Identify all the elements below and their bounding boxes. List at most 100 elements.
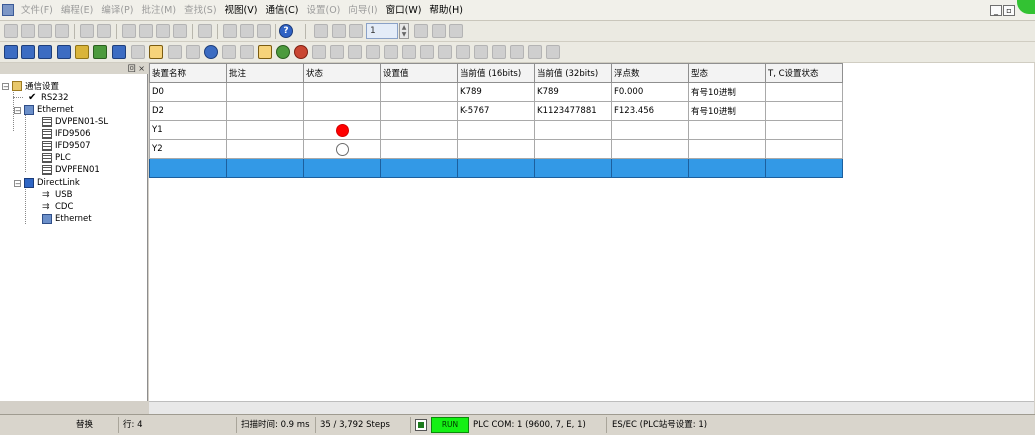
cell-state[interactable]: [303, 139, 381, 159]
find-icon[interactable]: [223, 24, 237, 38]
cell-set-value[interactable]: [380, 158, 458, 178]
cell-tc-setting[interactable]: [765, 82, 843, 102]
collapse-icon[interactable]: −: [14, 179, 21, 187]
search-device-icon[interactable]: [492, 45, 506, 59]
menu-item[interactable]: 帮助(H): [425, 0, 467, 21]
compile-icon[interactable]: [314, 24, 328, 38]
cell-float[interactable]: F123.456: [611, 101, 689, 121]
undo-icon[interactable]: [80, 24, 94, 38]
cell-format[interactable]: [688, 158, 766, 178]
comm-settings-icon[interactable]: [93, 45, 107, 59]
table-row[interactable]: Y1: [149, 120, 843, 140]
table-row[interactable]: Y2: [149, 139, 843, 159]
tree-node-dvpen01-sl[interactable]: DVPEN01-SL: [42, 116, 108, 128]
cell-format[interactable]: [688, 139, 766, 159]
tree-node-ifd9506[interactable]: IFD9506: [42, 128, 91, 140]
table-row[interactable]: D2 K-5767 K1123477881 F123.456 有号10进制: [149, 101, 843, 121]
cell-value-32bit[interactable]: K789: [534, 82, 612, 102]
horizontal-scrollbar[interactable]: [149, 401, 1034, 414]
cell-device-name[interactable]: Y2: [149, 139, 227, 159]
column-header-value-32bit[interactable]: 当前值 (32bits): [534, 63, 612, 83]
cell-set-value[interactable]: [380, 120, 458, 140]
delete-line-icon[interactable]: [456, 45, 470, 59]
cell-tc-setting[interactable]: [765, 139, 843, 159]
help-icon[interactable]: ?: [279, 24, 293, 38]
column-header-value-16bit[interactable]: 当前值 (16bits): [457, 63, 535, 83]
table-row-selected[interactable]: [149, 158, 843, 178]
menu-item[interactable]: 编程(E): [57, 0, 97, 21]
pen-icon[interactable]: [449, 24, 463, 38]
cell-value-16bit[interactable]: [457, 158, 535, 178]
cell-value-32bit[interactable]: [534, 120, 612, 140]
collapse-icon[interactable]: −: [2, 82, 9, 90]
column-header-float[interactable]: 浮点数: [611, 63, 689, 83]
led-off-icon[interactable]: [335, 142, 349, 156]
restore-button[interactable]: ▫: [1003, 5, 1015, 16]
tree-node-cdc[interactable]: ⇉ CDC: [42, 201, 73, 213]
delete-icon[interactable]: [173, 24, 187, 38]
cell-value-16bit[interactable]: [457, 120, 535, 140]
table-icon[interactable]: [112, 45, 126, 59]
cell-tc-setting[interactable]: [765, 158, 843, 178]
cell-device-name[interactable]: D2: [149, 101, 227, 121]
cell-device-name[interactable]: [149, 158, 227, 178]
comment-icon[interactable]: [168, 45, 182, 59]
cell-value-16bit[interactable]: K-5767: [457, 101, 535, 121]
cell-state[interactable]: [303, 158, 381, 178]
new-file-icon[interactable]: [4, 24, 18, 38]
cell-float[interactable]: [611, 139, 689, 159]
column-header-device-name[interactable]: 装置名称: [149, 63, 227, 83]
menu-item[interactable]: 窗口(W): [382, 0, 426, 21]
cell-float[interactable]: [611, 158, 689, 178]
cell-tc-setting[interactable]: [765, 101, 843, 121]
device-monitor-icon[interactable]: [57, 45, 71, 59]
cell-comment[interactable]: [226, 139, 304, 159]
instruction-view-icon[interactable]: [21, 45, 35, 59]
download-icon[interactable]: [332, 24, 346, 38]
cell-state[interactable]: [303, 101, 381, 121]
menu-item[interactable]: 查找(S): [180, 0, 220, 21]
cut-icon[interactable]: [122, 24, 136, 38]
cell-comment[interactable]: [226, 120, 304, 140]
tree-node-plc[interactable]: PLC: [42, 152, 71, 164]
refresh-icon[interactable]: [432, 24, 446, 38]
align-icon[interactable]: [131, 45, 145, 59]
minimize-button[interactable]: _: [990, 5, 1002, 16]
output-coil-icon[interactable]: [384, 45, 398, 59]
menu-item[interactable]: 向导(I): [344, 0, 381, 21]
edit-mode-icon[interactable]: [149, 45, 163, 59]
led-on-icon[interactable]: [335, 123, 349, 137]
block-icon[interactable]: [474, 45, 488, 59]
cell-set-value[interactable]: [380, 101, 458, 121]
cell-set-value[interactable]: [380, 139, 458, 159]
ladder-view-icon[interactable]: [4, 45, 18, 59]
falling-edge-icon[interactable]: [366, 45, 380, 59]
upload-icon[interactable]: [349, 24, 363, 38]
cell-tc-setting[interactable]: [765, 120, 843, 140]
cell-device-name[interactable]: Y1: [149, 120, 227, 140]
tree-node-ifd9507[interactable]: IFD9507: [42, 140, 91, 152]
column-header-set-value[interactable]: 设置值: [380, 63, 458, 83]
column-header-tc-setting[interactable]: T, C设置状态: [765, 63, 843, 83]
cell-comment[interactable]: [226, 82, 304, 102]
cell-value-16bit[interactable]: K789: [457, 82, 535, 102]
cell-state[interactable]: [303, 120, 381, 140]
stop-icon[interactable]: [414, 24, 428, 38]
monitor-mode-icon[interactable]: [258, 45, 272, 59]
cell-format[interactable]: 有号10进制: [688, 101, 766, 121]
run-icon[interactable]: [276, 45, 290, 59]
redo-icon[interactable]: [97, 24, 111, 38]
grid-icon[interactable]: [222, 45, 236, 59]
application-instruction-icon[interactable]: [402, 45, 416, 59]
tree-node-rs232[interactable]: ✔ RS232: [28, 92, 69, 104]
cell-comment[interactable]: [226, 101, 304, 121]
rising-edge-icon[interactable]: [348, 45, 362, 59]
column-header-comment[interactable]: 批注: [226, 63, 304, 83]
menu-item[interactable]: 通信(C): [261, 0, 302, 21]
plc-stop-icon[interactable]: [415, 419, 427, 431]
network-icon[interactable]: [528, 45, 542, 59]
goto-icon[interactable]: [198, 24, 212, 38]
cell-value-32bit[interactable]: K1123477881: [534, 101, 612, 121]
column-header-format[interactable]: 型态: [688, 63, 766, 83]
table-row[interactable]: D0 K789 K789 F0.000 有号10进制: [149, 82, 843, 102]
